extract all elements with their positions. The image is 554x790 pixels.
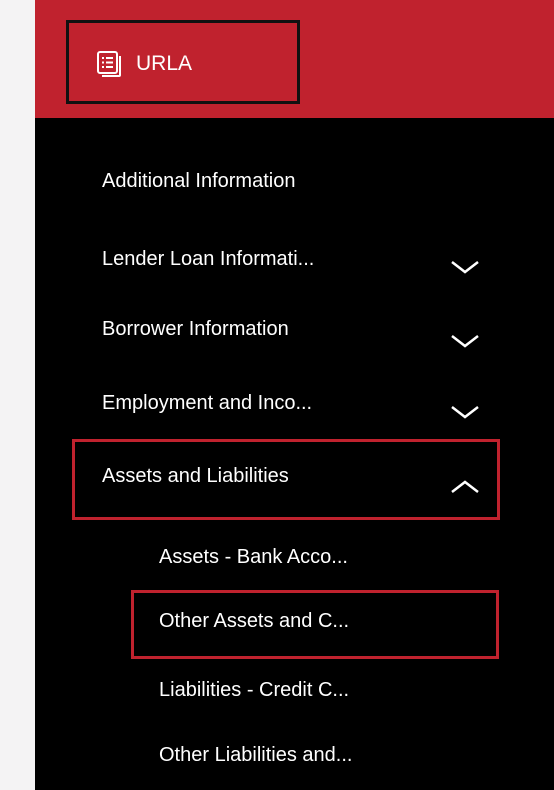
sub-item-liabilities-credit-cards[interactable]: Liabilities - Credit C... (159, 679, 349, 702)
nav-item-additional-information[interactable]: Additional Information (102, 170, 295, 193)
chevron-down-icon[interactable] (449, 404, 481, 420)
sub-item-other-assets[interactable]: Other Assets and C... (159, 610, 349, 633)
nav-item-lender-loan-information[interactable]: Lender Loan Informati... (102, 248, 314, 271)
chevron-down-icon[interactable] (449, 259, 481, 275)
header-title: URLA (136, 52, 193, 75)
urla-header-button[interactable]: URLA (96, 46, 192, 82)
document-list-icon (97, 51, 121, 77)
chevron-up-icon[interactable] (449, 479, 481, 495)
nav-item-assets-and-liabilities[interactable]: Assets and Liabilities (102, 465, 289, 488)
sub-item-other-liabilities[interactable]: Other Liabilities and... (159, 744, 352, 767)
nav-item-borrower-information[interactable]: Borrower Information (102, 318, 289, 341)
sub-item-assets-bank-accounts[interactable]: Assets - Bank Acco... (159, 546, 348, 569)
chevron-down-icon[interactable] (449, 333, 481, 349)
nav-item-employment-and-income[interactable]: Employment and Inco... (102, 392, 312, 415)
page-margin (0, 0, 35, 790)
